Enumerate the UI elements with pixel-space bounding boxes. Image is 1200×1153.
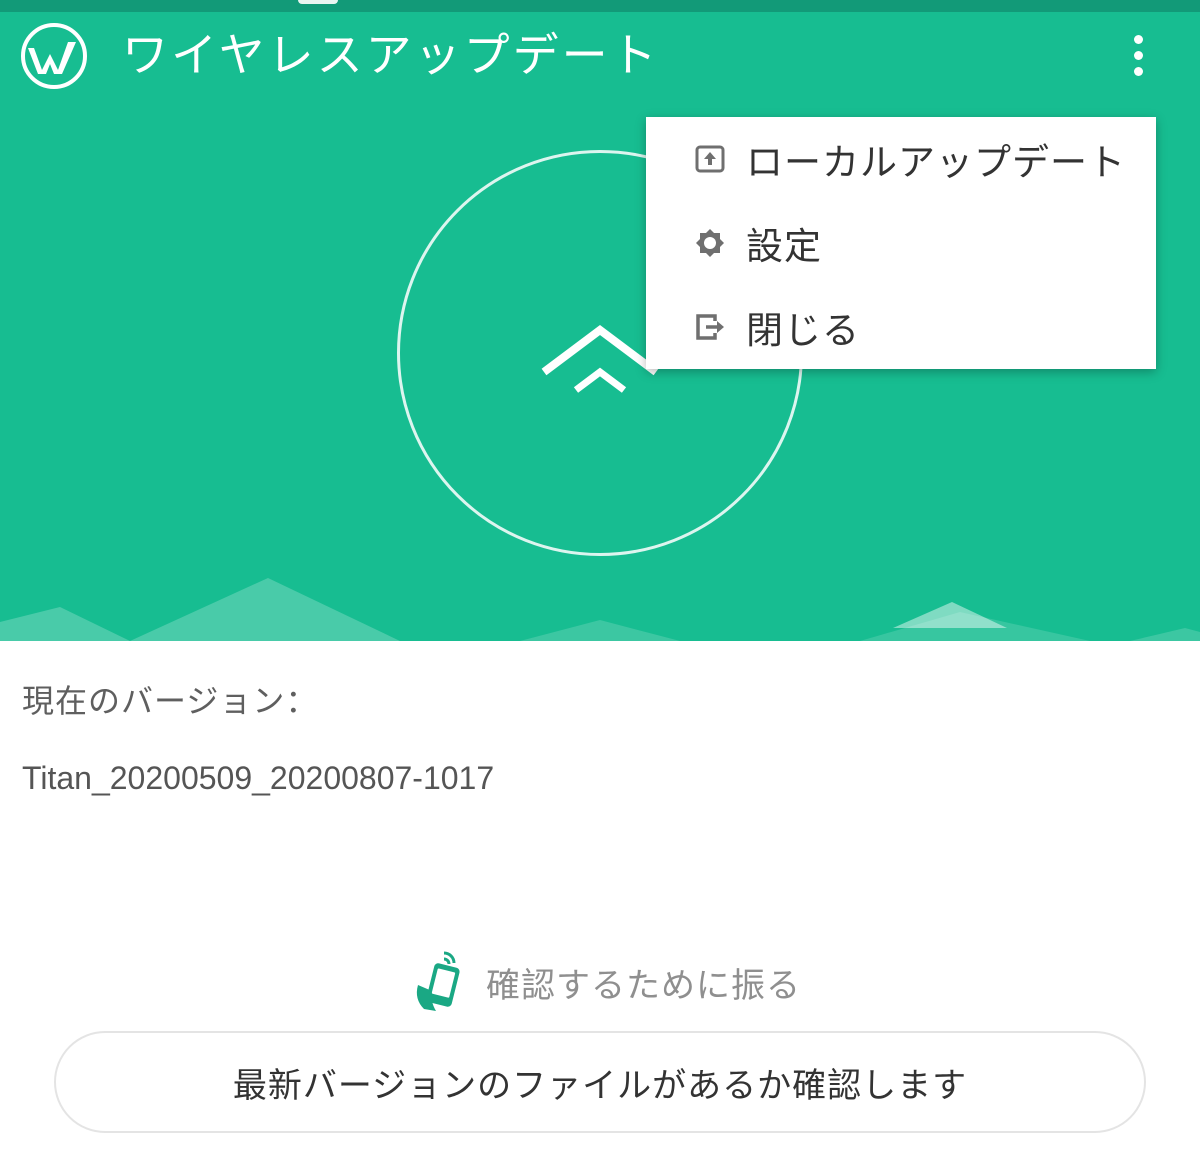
mountain-decoration <box>0 578 1200 641</box>
shake-hint-text: 確認するために振る <box>486 965 801 1006</box>
shake-phone-icon <box>416 951 460 1011</box>
more-vert-icon <box>1133 34 1143 44</box>
exit-icon <box>694 311 726 343</box>
menu-item-close[interactable]: 閉じる <box>646 285 1156 369</box>
menu-item-label: 設定 <box>746 225 822 268</box>
gear-icon <box>694 227 726 259</box>
more-vert-icon-dot <box>1133 50 1143 60</box>
menu-item-settings[interactable]: 設定 <box>646 201 1156 285</box>
more-options-button[interactable] <box>1118 28 1158 82</box>
status-bar-indicator <box>298 0 338 4</box>
overflow-menu: ローカルアップデート 設定 閉じる <box>646 117 1156 369</box>
app-title: ワイヤレスアップデート <box>122 28 660 82</box>
status-bar <box>0 0 1200 12</box>
menu-item-local-update[interactable]: ローカルアップデート <box>646 117 1156 201</box>
check-update-button[interactable]: 最新バージョンのファイルがあるか確認します <box>54 1031 1146 1133</box>
more-vert-icon-dot <box>1133 66 1143 76</box>
wireless-update-logo-icon <box>21 23 87 89</box>
chevron-up-icon <box>541 325 659 393</box>
current-version-value: Titan_20200509_20200807-1017 <box>22 760 495 796</box>
current-version-label: 現在のバージョン： <box>22 682 319 720</box>
menu-item-label: 閉じる <box>746 309 860 352</box>
shake-to-check-hint: 確認するために振る <box>412 950 801 1014</box>
local-update-icon <box>694 143 726 175</box>
menu-item-label: ローカルアップデート <box>746 141 1126 184</box>
